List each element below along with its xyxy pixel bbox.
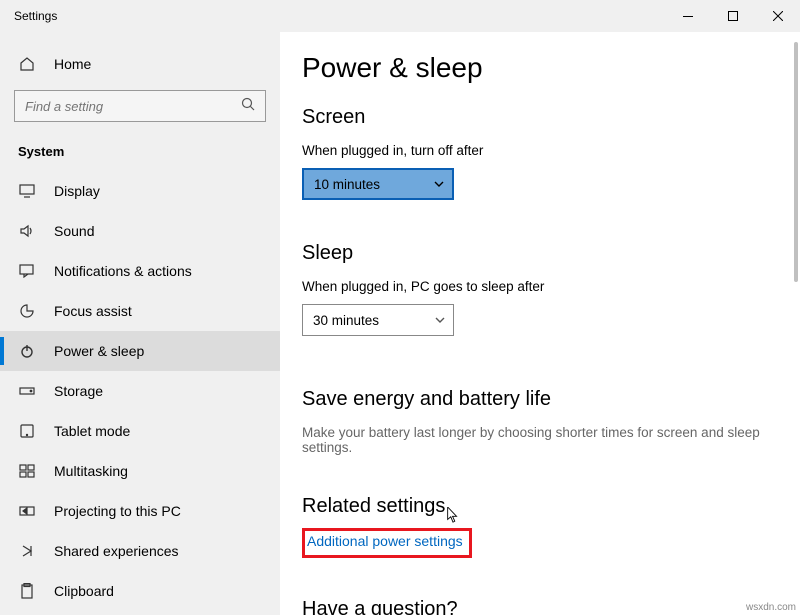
sidebar-item-power[interactable]: Power & sleep [0,331,280,371]
sidebar-item-tablet[interactable]: Tablet mode [0,411,280,451]
sidebar-item-display[interactable]: Display [0,171,280,211]
screen-timeout-dropdown[interactable]: 10 minutes [302,168,454,200]
search-input[interactable] [25,99,241,114]
sidebar-item-focus[interactable]: Focus assist [0,291,280,331]
sidebar-item-label: Projecting to this PC [54,503,181,519]
tablet-icon [18,422,36,440]
sidebar-item-multitasking[interactable]: Multitasking [0,451,280,491]
sidebar-item-label: Clipboard [54,583,114,599]
notifications-icon [18,262,36,280]
sidebar-item-sound[interactable]: Sound [0,211,280,251]
sidebar-item-clipboard[interactable]: Clipboard [0,571,280,611]
sidebar-item-notifications[interactable]: Notifications & actions [0,251,280,291]
chevron-down-icon [434,179,444,190]
save-energy-text: Make your battery last longer by choosin… [302,425,800,455]
related-heading: Related settings [302,495,445,518]
question-heading: Have a question? [302,598,800,615]
cursor-icon [447,507,459,523]
window-title: Settings [0,9,665,23]
sidebar-item-label: Power & sleep [54,343,144,359]
search-icon [241,97,255,116]
chevron-down-icon [435,315,445,326]
sidebar: Home System Display Sound Notifica [0,32,280,615]
sleep-heading: Sleep [302,242,800,265]
focus-icon [18,302,36,320]
minimize-button[interactable] [665,0,710,32]
sound-icon [18,222,36,240]
home-icon [18,55,36,73]
sidebar-item-label: Sound [54,223,94,239]
section-header: System [0,136,280,171]
maximize-button[interactable] [710,0,755,32]
screen-label: When plugged in, turn off after [302,143,800,158]
storage-icon [18,382,36,400]
home-nav[interactable]: Home [0,44,280,84]
power-icon [18,342,36,360]
scrollbar[interactable] [794,42,798,282]
additional-power-settings-link[interactable]: Additional power settings [307,533,463,549]
sleep-label: When plugged in, PC goes to sleep after [302,279,800,294]
screen-timeout-value: 10 minutes [314,177,380,192]
projecting-icon [18,502,36,520]
screen-heading: Screen [302,106,800,129]
sidebar-item-label: Tablet mode [54,423,130,439]
sidebar-item-storage[interactable]: Storage [0,371,280,411]
sidebar-item-label: Shared experiences [54,543,179,559]
search-box[interactable] [14,90,266,122]
close-button[interactable] [755,0,800,32]
titlebar: Settings [0,0,800,32]
sidebar-item-projecting[interactable]: Projecting to this PC [0,491,280,531]
shared-icon [18,542,36,560]
sleep-timeout-value: 30 minutes [313,313,379,328]
save-energy-heading: Save energy and battery life [302,388,800,411]
home-label: Home [54,56,91,72]
sleep-timeout-dropdown[interactable]: 30 minutes [302,304,454,336]
sidebar-item-label: Display [54,183,100,199]
sidebar-item-label: Multitasking [54,463,128,479]
sidebar-item-label: Storage [54,383,103,399]
sidebar-item-label: Focus assist [54,303,132,319]
clipboard-icon [18,582,36,600]
highlight-box: Additional power settings [302,528,472,558]
watermark: wsxdn.com [746,602,796,613]
page-title: Power & sleep [302,52,800,84]
display-icon [18,182,36,200]
multitasking-icon [18,462,36,480]
content-pane: Power & sleep Screen When plugged in, tu… [280,32,800,615]
sidebar-item-shared[interactable]: Shared experiences [0,531,280,571]
sidebar-item-label: Notifications & actions [54,263,192,279]
window-controls [665,0,800,32]
